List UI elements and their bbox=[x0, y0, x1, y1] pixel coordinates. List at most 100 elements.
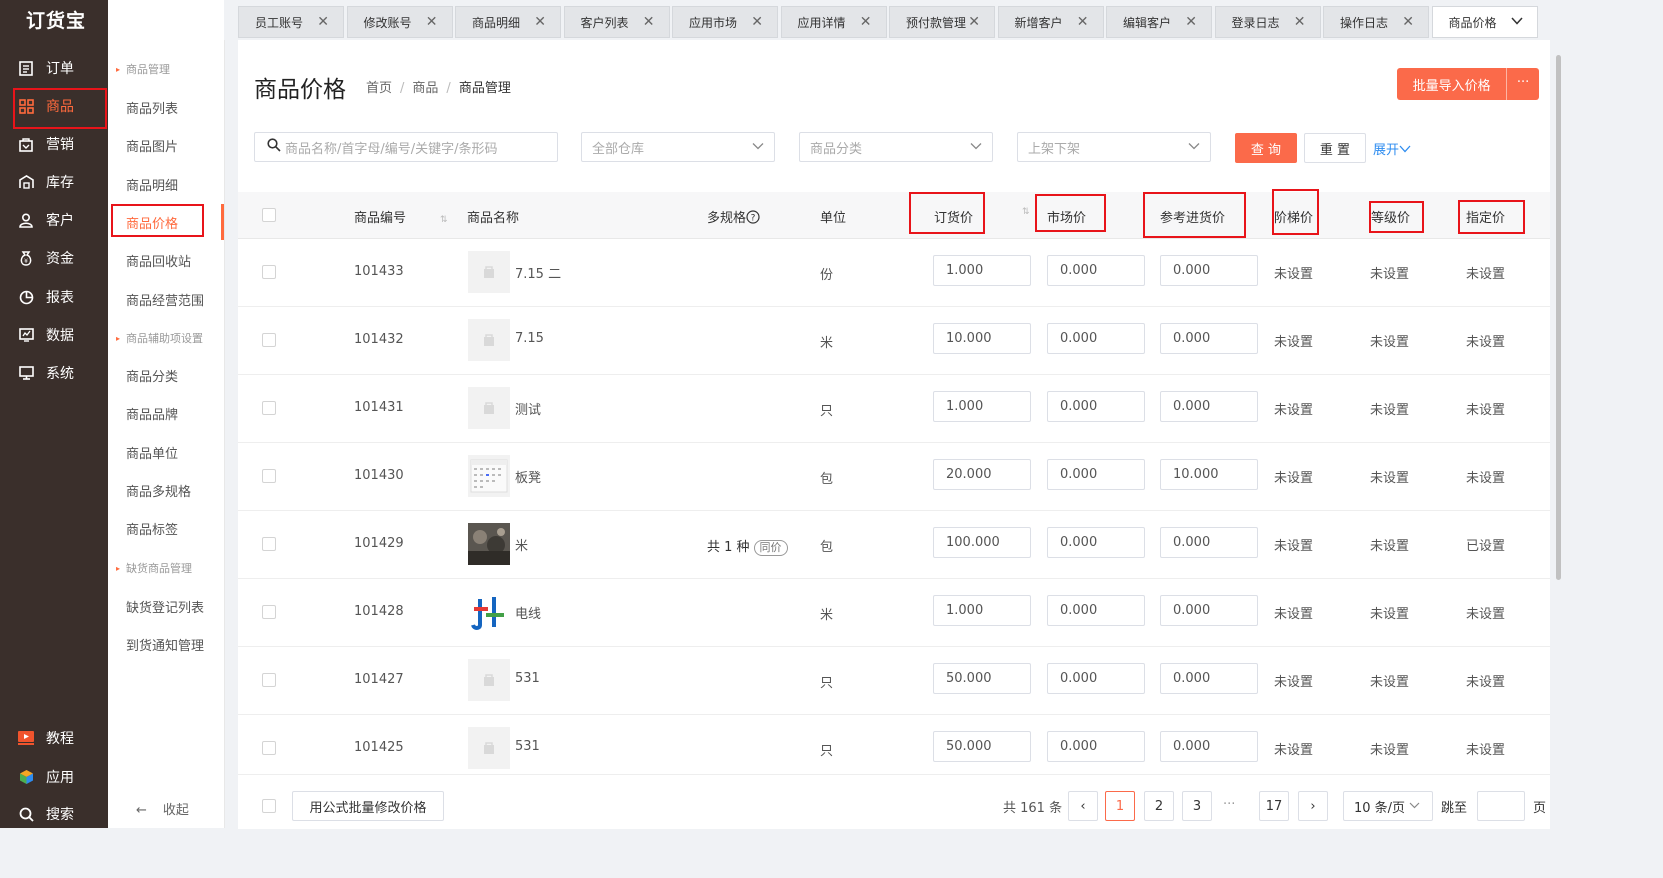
goods-thumbnail[interactable] bbox=[468, 455, 510, 497]
close-icon[interactable]: ✕ bbox=[860, 14, 872, 30]
submenu-item-business-scope[interactable]: 商品经营范围 bbox=[126, 290, 204, 309]
order-price-input[interactable]: 50.000 bbox=[933, 731, 1031, 762]
ref-price-input[interactable]: 0.000 bbox=[1160, 663, 1258, 694]
status-select[interactable]: 上架下架 bbox=[1017, 132, 1211, 162]
assigned-price-status[interactable]: 未设置 bbox=[1466, 263, 1505, 282]
close-icon[interactable]: ✕ bbox=[643, 14, 655, 30]
nav-item-marketing[interactable]: 营销 bbox=[18, 126, 108, 162]
row-checkbox[interactable] bbox=[262, 265, 276, 279]
close-icon[interactable]: ✕ bbox=[534, 14, 546, 30]
submenu-item-goods-detail[interactable]: 商品明细 bbox=[126, 175, 178, 194]
ref-price-input[interactable]: 0.000 bbox=[1160, 527, 1258, 558]
tab-1[interactable]: 员工账号 ✕ bbox=[238, 6, 344, 38]
query-button[interactable]: 查 询 bbox=[1235, 133, 1297, 163]
collapse-button[interactable]: ← 收起 bbox=[136, 799, 189, 818]
order-price-input[interactable]: 50.000 bbox=[933, 663, 1031, 694]
row-checkbox[interactable] bbox=[262, 673, 276, 687]
goods-name[interactable]: 531 bbox=[515, 671, 540, 686]
goods-thumbnail[interactable] bbox=[468, 659, 510, 701]
ref-price-input[interactable]: 0.000 bbox=[1160, 595, 1258, 626]
close-icon[interactable]: ✕ bbox=[1185, 14, 1197, 30]
help-icon[interactable]: ? bbox=[746, 210, 760, 226]
page-2[interactable]: 2 bbox=[1144, 791, 1174, 821]
goods-name[interactable]: 531 bbox=[515, 739, 540, 754]
tab-12[interactable]: 商品价格 bbox=[1431, 6, 1538, 38]
nav-item-stock[interactable]: 库存 bbox=[18, 164, 108, 200]
warehouse-select[interactable]: 全部仓库 bbox=[581, 132, 775, 162]
close-icon[interactable]: ✕ bbox=[751, 14, 763, 30]
goods-name[interactable]: 7.15 bbox=[515, 331, 544, 346]
level-price-status[interactable]: 未设置 bbox=[1370, 331, 1409, 350]
close-icon[interactable]: ✕ bbox=[1077, 14, 1089, 30]
assigned-price-status[interactable]: 已设置 bbox=[1466, 535, 1505, 554]
prev-page-button[interactable]: ‹ bbox=[1068, 791, 1098, 821]
nav-item-apps[interactable]: 应用 bbox=[18, 759, 108, 795]
market-price-input[interactable]: 0.000 bbox=[1047, 391, 1145, 422]
breadcrumb-home[interactable]: 首页 bbox=[366, 81, 392, 96]
goods-name[interactable]: 测试 bbox=[515, 399, 541, 418]
tab-8[interactable]: 新增客户 ✕ bbox=[997, 6, 1104, 38]
close-icon[interactable]: ✕ bbox=[317, 14, 329, 30]
order-price-input[interactable]: 1.000 bbox=[933, 255, 1031, 286]
goods-thumbnail[interactable] bbox=[468, 523, 510, 565]
category-select[interactable]: 商品分类 bbox=[799, 132, 993, 162]
submenu-item-brand[interactable]: 商品品牌 bbox=[126, 404, 178, 423]
market-price-input[interactable]: 0.000 bbox=[1047, 323, 1145, 354]
batch-import-price-button[interactable]: 批量导入价格 ··· bbox=[1397, 68, 1539, 100]
submenu-item-arrival-notice[interactable]: 到货通知管理 bbox=[126, 635, 204, 654]
assigned-price-status[interactable]: 未设置 bbox=[1466, 739, 1505, 758]
level-price-status[interactable]: 未设置 bbox=[1370, 467, 1409, 486]
tier-price-status[interactable]: 未设置 bbox=[1274, 399, 1313, 418]
goods-name[interactable]: 板凳 bbox=[515, 467, 541, 486]
tab-6[interactable]: 应用详情 ✕ bbox=[780, 6, 887, 38]
ref-price-input[interactable]: 10.000 bbox=[1160, 459, 1258, 490]
formula-batch-edit-button[interactable]: 用公式批量修改价格 bbox=[292, 791, 444, 821]
goods-thumbnail[interactable] bbox=[468, 319, 510, 361]
goods-name[interactable]: 米 bbox=[515, 535, 528, 554]
tab-3[interactable]: 商品明细 ✕ bbox=[455, 6, 561, 38]
submenu-item-recycle-bin[interactable]: 商品回收站 bbox=[126, 251, 191, 270]
close-icon[interactable]: ✕ bbox=[426, 14, 438, 30]
sort-icon[interactable]: ⇅ bbox=[1022, 207, 1030, 217]
row-checkbox[interactable] bbox=[262, 333, 276, 347]
select-all-checkbox[interactable] bbox=[262, 208, 276, 222]
tier-price-status[interactable]: 未设置 bbox=[1274, 671, 1313, 690]
nav-item-customer[interactable]: 客户 bbox=[18, 202, 108, 238]
close-icon[interactable]: ✕ bbox=[1294, 14, 1306, 30]
row-checkbox[interactable] bbox=[262, 741, 276, 755]
order-price-input[interactable]: 1.000 bbox=[933, 595, 1031, 626]
tier-price-status[interactable]: 未设置 bbox=[1274, 467, 1313, 486]
tab-2[interactable]: 修改账号 ✕ bbox=[346, 6, 453, 38]
tier-price-status[interactable]: 未设置 bbox=[1274, 331, 1313, 350]
order-price-input[interactable]: 20.000 bbox=[933, 459, 1031, 490]
submenu-item-multi-spec[interactable]: 商品多规格 bbox=[126, 481, 191, 500]
tab-5[interactable]: 应用市场 ✕ bbox=[672, 6, 778, 38]
page-size-select[interactable]: 10 条/页 bbox=[1343, 791, 1433, 821]
tab-7[interactable]: 预付款管理 ✕ bbox=[889, 6, 995, 38]
tab-11[interactable]: 操作日志 ✕ bbox=[1323, 6, 1429, 38]
ref-price-input[interactable]: 0.000 bbox=[1160, 323, 1258, 354]
nav-item-data[interactable]: 数据 bbox=[18, 317, 108, 353]
assigned-price-status[interactable]: 未设置 bbox=[1466, 331, 1505, 350]
row-checkbox[interactable] bbox=[262, 537, 276, 551]
assigned-price-status[interactable]: 未设置 bbox=[1466, 603, 1505, 622]
col-code[interactable]: 商品编号 ⇅ bbox=[354, 207, 448, 226]
submenu-item-goods-list[interactable]: 商品列表 bbox=[126, 98, 178, 117]
level-price-status[interactable]: 未设置 bbox=[1370, 399, 1409, 418]
tier-price-status[interactable]: 未设置 bbox=[1274, 739, 1313, 758]
nav-item-funds[interactable]: ¥ 资金 bbox=[18, 240, 108, 276]
level-price-status[interactable]: 未设置 bbox=[1370, 671, 1409, 690]
goods-name[interactable]: 7.15 二 bbox=[515, 263, 561, 282]
page-3[interactable]: 3 bbox=[1182, 791, 1212, 821]
assigned-price-status[interactable]: 未设置 bbox=[1466, 467, 1505, 486]
ref-price-input[interactable]: 0.000 bbox=[1160, 391, 1258, 422]
page-17[interactable]: 17 bbox=[1259, 791, 1289, 821]
level-price-status[interactable]: 未设置 bbox=[1370, 739, 1409, 758]
tab-10[interactable]: 登录日志 ✕ bbox=[1214, 6, 1321, 38]
nav-item-order[interactable]: 订单 bbox=[18, 50, 108, 86]
ref-price-input[interactable]: 0.000 bbox=[1160, 731, 1258, 762]
more-button[interactable]: ··· bbox=[1506, 68, 1539, 100]
level-price-status[interactable]: 未设置 bbox=[1370, 263, 1409, 282]
sort-icon[interactable]: ⇅ bbox=[440, 215, 448, 225]
row-checkbox[interactable] bbox=[262, 401, 276, 415]
